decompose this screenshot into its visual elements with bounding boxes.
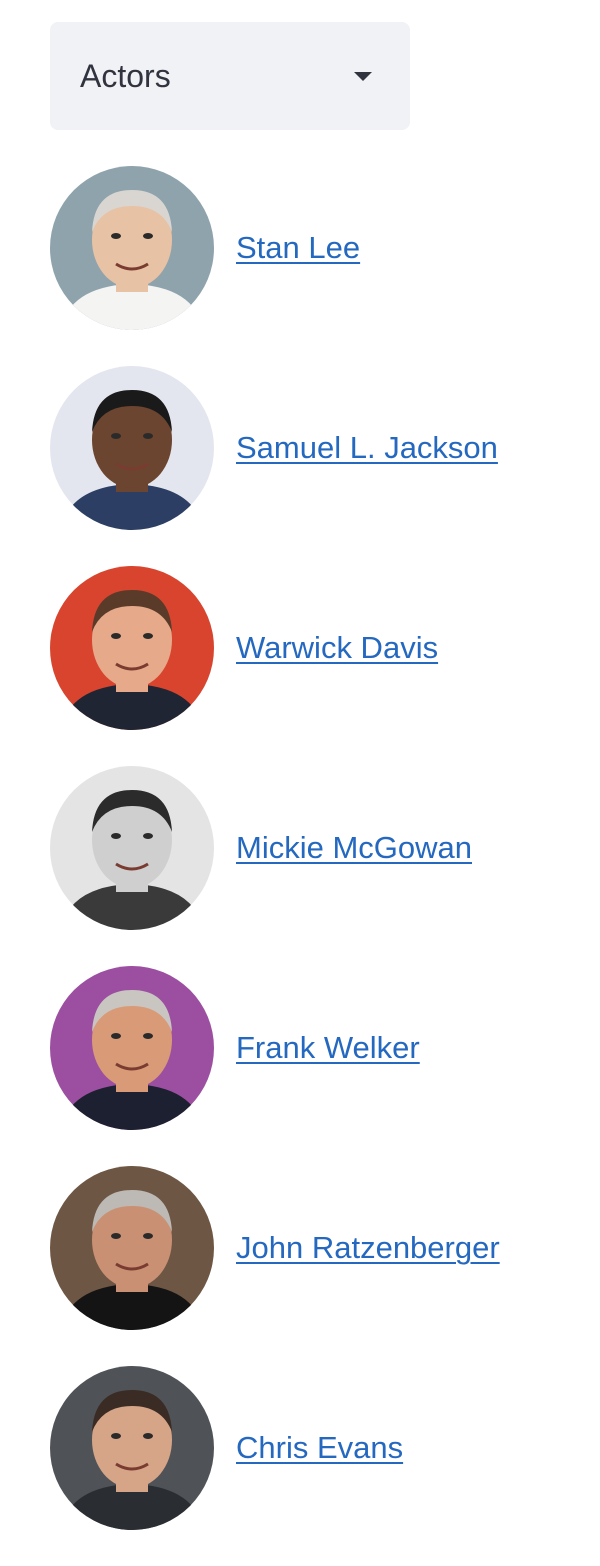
avatar — [50, 366, 214, 530]
list-item: John Ratzenberger — [50, 1166, 500, 1330]
actor-link[interactable]: Frank Welker — [236, 1030, 420, 1066]
portrait-image — [50, 1166, 214, 1330]
avatar — [50, 1366, 214, 1530]
avatar — [50, 166, 214, 330]
portrait-image — [50, 966, 214, 1130]
actor-link[interactable]: Chris Evans — [236, 1430, 403, 1466]
avatar — [50, 966, 214, 1130]
portrait-image — [50, 166, 214, 330]
actor-link[interactable]: Mickie McGowan — [236, 830, 472, 866]
list-item: Stan Lee — [50, 166, 500, 330]
caret-down-icon — [354, 71, 372, 81]
list-item: Warwick Davis — [50, 566, 500, 730]
dropdown-label: Actors — [80, 57, 171, 94]
actors-dropdown[interactable]: Actors — [50, 22, 410, 130]
avatar — [50, 766, 214, 930]
portrait-image — [50, 1366, 214, 1530]
avatar — [50, 1166, 214, 1330]
actor-link[interactable]: John Ratzenberger — [236, 1230, 500, 1266]
portrait-image — [50, 566, 214, 730]
list-item: Frank Welker — [50, 966, 500, 1130]
list-item: Samuel L. Jackson — [50, 366, 500, 530]
actor-link[interactable]: Warwick Davis — [236, 630, 438, 666]
portrait-image — [50, 366, 214, 530]
actor-link[interactable]: Stan Lee — [236, 230, 360, 266]
actor-list: Stan Lee Samuel L. Jackson Warwick Davis… — [50, 166, 500, 1566]
portrait-image — [50, 766, 214, 930]
actor-link[interactable]: Samuel L. Jackson — [236, 430, 498, 466]
avatar — [50, 566, 214, 730]
list-item: Chris Evans — [50, 1366, 500, 1530]
list-item: Mickie McGowan — [50, 766, 500, 930]
